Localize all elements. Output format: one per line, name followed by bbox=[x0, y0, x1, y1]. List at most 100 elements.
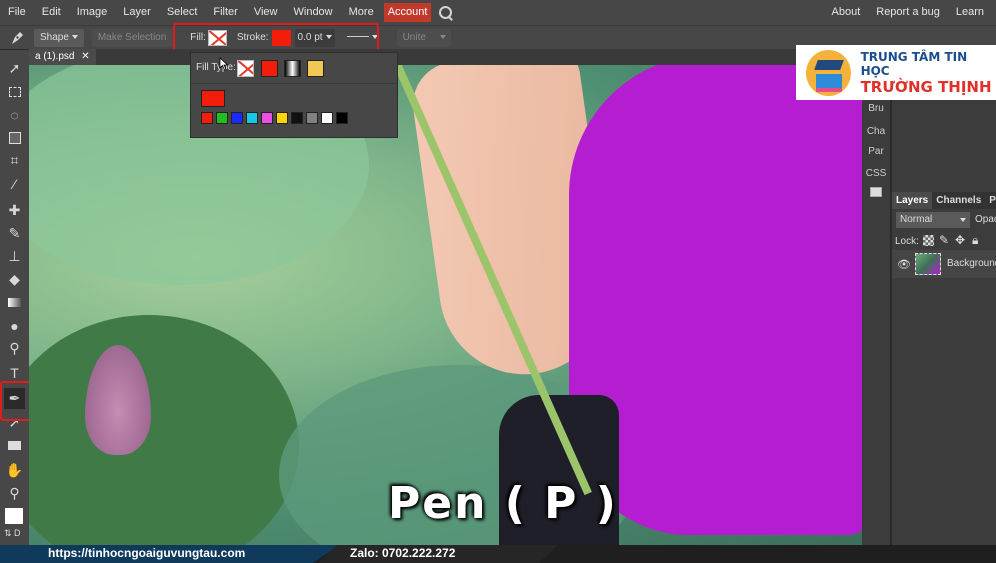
document-tab-title: a (1).psd bbox=[35, 51, 75, 62]
strip-paragraph[interactable]: Par bbox=[862, 146, 890, 157]
strip-character[interactable]: Cha bbox=[862, 126, 890, 137]
blend-mode-value: Normal bbox=[900, 214, 933, 225]
swap-colors-icon[interactable]: ⇅ D bbox=[4, 528, 21, 539]
current-fill-color[interactable] bbox=[201, 90, 225, 107]
lock-transparency-icon[interactable] bbox=[923, 235, 934, 246]
marquee-tool-icon[interactable] bbox=[4, 81, 25, 102]
fill-gradient-option[interactable] bbox=[284, 60, 301, 77]
eraser-tool-icon[interactable]: ◆ bbox=[4, 269, 25, 290]
blend-mode-dropdown[interactable]: Normal bbox=[896, 212, 970, 228]
menu-layer[interactable]: Layer bbox=[115, 0, 159, 25]
panel-strip: Bru Cha Par CSS bbox=[862, 49, 890, 545]
fill-stroke-highlight bbox=[173, 23, 379, 52]
logo-line2: TRƯỜNG THỊNH bbox=[860, 77, 992, 96]
document-tabs: a (1).psd ✕ bbox=[29, 49, 862, 65]
menu-report-bug[interactable]: Report a bug bbox=[868, 0, 948, 25]
palette-swatch-black[interactable] bbox=[291, 112, 303, 124]
tab-paths[interactable]: Pa bbox=[985, 192, 996, 209]
crop-tool-icon[interactable]: ⌗ bbox=[4, 150, 25, 171]
tab-channels[interactable]: Channels bbox=[932, 192, 985, 209]
menu-file[interactable]: File bbox=[0, 0, 34, 25]
menu-select[interactable]: Select bbox=[159, 0, 206, 25]
palette-swatch-yellow[interactable] bbox=[276, 112, 288, 124]
fill-none-option[interactable] bbox=[237, 60, 254, 77]
search-icon[interactable] bbox=[437, 4, 455, 22]
rectangle-tool-icon[interactable] bbox=[4, 435, 25, 456]
menu-account[interactable]: Account bbox=[383, 3, 432, 22]
lock-all-icon[interactable]: 🔒︎ bbox=[972, 233, 978, 248]
layer-thumbnail bbox=[915, 253, 941, 275]
footer-zalo: Zalo: 0702.222.272 bbox=[350, 546, 456, 560]
healing-tool-icon[interactable]: ✚ bbox=[4, 200, 25, 221]
palette-swatch-red[interactable] bbox=[201, 112, 213, 124]
logo-line1: TRUNG TÂM TIN HỌC bbox=[860, 49, 968, 78]
eye-icon[interactable]: 👁︎ bbox=[897, 258, 911, 271]
palette-swatch-white[interactable] bbox=[321, 112, 333, 124]
palette-swatch-blue[interactable] bbox=[231, 112, 243, 124]
unite-label: Unite bbox=[402, 31, 426, 43]
fill-type-label: Fill Type: bbox=[196, 62, 236, 73]
layer-name: Background bbox=[947, 258, 996, 269]
lasso-tool-icon[interactable]: ◌ bbox=[4, 104, 25, 125]
menu-bar: File Edit Image Layer Select Filter View… bbox=[0, 0, 996, 25]
brand-logo: TRUNG TÂM TIN HỌC TRƯỜNG THỊNH bbox=[796, 45, 996, 100]
close-icon[interactable]: ✕ bbox=[81, 51, 89, 62]
palette-swatch-green[interactable] bbox=[216, 112, 228, 124]
strip-brush[interactable]: Bru bbox=[862, 103, 890, 114]
footer-website: https://tinhocngoaiguvungtau.com bbox=[48, 546, 246, 560]
foreground-leaf bbox=[29, 315, 299, 545]
shape-mode-label: Shape bbox=[40, 31, 69, 43]
eyedropper-tool-icon[interactable]: ⁄ bbox=[4, 173, 25, 194]
menu-more[interactable]: More bbox=[341, 0, 382, 25]
hand-tool-icon[interactable]: ✋ bbox=[4, 460, 25, 481]
shape-mode-dropdown[interactable]: Shape bbox=[34, 28, 84, 47]
clone-stamp-tool-icon[interactable]: ⊥ bbox=[4, 246, 25, 267]
foreground-color-swatch[interactable] bbox=[5, 508, 23, 524]
logo-text: TRUNG TÂM TIN HỌC TRƯỜNG THỊNH bbox=[861, 50, 996, 96]
brush-tool-icon[interactable]: ✎ bbox=[4, 223, 25, 244]
lock-move-icon[interactable]: ✥ bbox=[955, 233, 965, 247]
menu-image[interactable]: Image bbox=[69, 0, 116, 25]
chevron-down-icon bbox=[960, 218, 966, 222]
zoom-tool-icon[interactable]: ⚲ bbox=[4, 483, 25, 504]
menu-filter[interactable]: Filter bbox=[205, 0, 245, 25]
quick-selection-tool-icon[interactable] bbox=[4, 127, 25, 148]
blur-tool-icon[interactable]: ● bbox=[4, 315, 25, 336]
fill-solid-option[interactable] bbox=[261, 60, 278, 77]
tools-panel: ➚ ◌ ⌗ ⁄ ✚ ✎ ⊥ ◆ ● ⚲ T ✒ ➚ ✋ ⚲ ⇅ D bbox=[0, 50, 29, 545]
menu-about[interactable]: About bbox=[824, 0, 869, 25]
make-selection-button[interactable]: Make Selection bbox=[91, 28, 173, 47]
unite-dropdown[interactable]: Unite bbox=[396, 28, 451, 47]
move-tool-icon[interactable]: ➚ bbox=[4, 58, 25, 79]
cursor-arrow-icon bbox=[219, 57, 229, 71]
palette-swatch-gray[interactable] bbox=[306, 112, 318, 124]
menu-right: About Report a bug Learn bbox=[824, 0, 993, 25]
image-panel-icon[interactable] bbox=[862, 187, 890, 200]
type-tool-icon[interactable]: T bbox=[4, 362, 25, 383]
menu-learn[interactable]: Learn bbox=[948, 0, 992, 25]
gradient-tool-icon[interactable] bbox=[4, 292, 25, 313]
palette-swatch-black-2[interactable] bbox=[336, 112, 348, 124]
layer-row[interactable]: 👁︎ Background bbox=[892, 250, 996, 278]
strip-css[interactable]: CSS bbox=[862, 168, 890, 179]
document-tab[interactable]: a (1).psd ✕ bbox=[29, 49, 96, 65]
menu-view[interactable]: View bbox=[246, 0, 286, 25]
dodge-tool-icon[interactable]: ⚲ bbox=[4, 338, 25, 359]
caption-text: Pen ( P ) bbox=[388, 478, 618, 529]
layers-panel: Layers Channels Pa Normal Opac Lock: ✎ ✥… bbox=[891, 49, 996, 545]
menu-window[interactable]: Window bbox=[286, 0, 341, 25]
menu-edit[interactable]: Edit bbox=[34, 0, 69, 25]
chevron-down-icon bbox=[439, 34, 446, 39]
palette-swatch-cyan[interactable] bbox=[246, 112, 258, 124]
fill-pattern-option[interactable] bbox=[307, 60, 324, 77]
pen-tool-icon bbox=[12, 31, 23, 44]
popup-divider bbox=[191, 83, 397, 84]
tab-layers[interactable]: Layers bbox=[892, 192, 933, 209]
image-canvas[interactable] bbox=[29, 65, 862, 545]
logo-emblem-icon bbox=[806, 49, 851, 96]
chevron-down-icon bbox=[71, 34, 78, 39]
palette-swatch-magenta[interactable] bbox=[261, 112, 273, 124]
opacity-label: Opac bbox=[975, 214, 996, 225]
lock-paint-icon[interactable]: ✎ bbox=[939, 233, 949, 247]
lock-label: Lock: bbox=[895, 236, 919, 247]
